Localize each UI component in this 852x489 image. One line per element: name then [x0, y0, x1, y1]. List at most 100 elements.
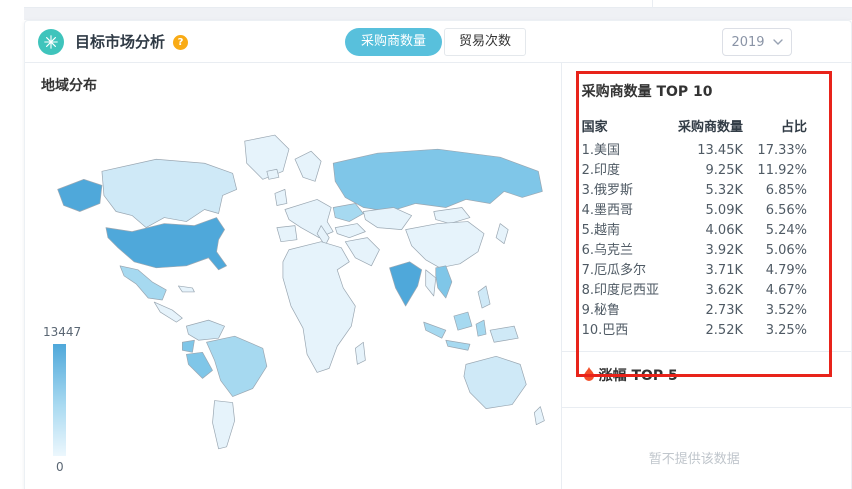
target-market-analysis-card: 目标市场分析 ? 采购商数量 贸易次数 2019 地域分布 13447 0 采购… [24, 20, 852, 489]
table-row[interactable]: 8.印度尼西亚 3.62K 4.67% [582, 281, 807, 301]
map-region-sulawesi[interactable] [475, 319, 487, 337]
table-row[interactable]: 6.乌克兰 3.92K 5.06% [582, 241, 807, 261]
map-region-japan[interactable] [495, 223, 509, 245]
page-title: 目标市场分析 [75, 33, 166, 51]
empty-state-text: 暂不提供该数据 [648, 452, 740, 467]
map-region-turkey[interactable] [334, 223, 366, 239]
map-region-new-zealand[interactable] [533, 406, 545, 426]
top10-panel: 采购商数量 TOP 10 国家 采购商数量 占比 1.美国 13.45K 17.… [560, 63, 851, 489]
row-country: 9.秘鲁 [581, 303, 620, 318]
table-row[interactable]: 10.巴西 2.52K 3.25% [582, 321, 807, 341]
map-region-middle-east[interactable] [344, 237, 380, 267]
table-row[interactable]: 1.美国 13.45K 17.33% [582, 141, 807, 161]
row-count: 2.73K [705, 303, 743, 318]
map-region-vietnam[interactable] [435, 265, 453, 299]
card-gap [24, 8, 852, 20]
map-region-africa[interactable] [282, 241, 356, 373]
map-region-ukraine[interactable] [332, 203, 364, 222]
map-region-india[interactable] [389, 261, 423, 307]
row-country: 8.印度尼西亚 [581, 283, 659, 298]
col-header-share: 占比 [780, 120, 807, 135]
map-region-scandinavia[interactable] [294, 150, 322, 182]
tab-buyer-count[interactable]: 采购商数量 [345, 28, 443, 56]
help-icon[interactable]: ? [173, 35, 188, 50]
tab-trade-count[interactable]: 贸易次数 [444, 28, 527, 56]
map-panel: 地域分布 13447 0 [25, 63, 561, 489]
legend-min-value: 0 [56, 460, 64, 474]
map-region-java[interactable] [445, 339, 471, 351]
table-row[interactable]: 2.印度 9.25K 11.92% [582, 161, 807, 181]
page: { "colors": { "icon_teal": "#3fc4bc", "t… [0, 0, 852, 489]
metric-tabs: 采购商数量 贸易次数 [345, 28, 527, 56]
row-count: 5.32K [705, 183, 743, 198]
map-region-ecuador[interactable] [182, 339, 195, 353]
row-count: 3.92K [705, 243, 743, 258]
row-country: 1.美国 [581, 143, 620, 158]
map-region-uk[interactable] [274, 189, 288, 206]
col-header-count: 采购商数量 [677, 120, 743, 135]
table-row[interactable]: 9.秘鲁 2.73K 3.52% [582, 301, 807, 321]
row-count: 3.62K [705, 283, 743, 298]
year-dropdown-value: 2019 [731, 34, 765, 50]
row-country: 6.乌克兰 [581, 243, 633, 258]
gains-section-header: 涨幅 TOP 5 [582, 352, 807, 397]
map-region-brazil[interactable] [206, 335, 268, 397]
table-row[interactable]: 5.越南 4.06K 5.24% [582, 221, 807, 241]
top10-title: 采购商数量 TOP 10 [581, 84, 713, 100]
row-share: 3.25% [765, 323, 807, 338]
map-region-sumatra[interactable] [423, 321, 447, 339]
module-icon [38, 29, 64, 55]
map-region-indochina[interactable] [425, 269, 437, 297]
card-body: 地域分布 13447 0 采购商数量 TOP 10 国家 采购商数量 占比 1.… [25, 63, 851, 489]
map-region-central-america[interactable] [153, 301, 183, 323]
table-header: 国家 采购商数量 占比 [582, 116, 807, 138]
map-region-china[interactable] [405, 221, 485, 269]
map-title: 地域分布 [41, 78, 97, 94]
row-country: 2.印度 [581, 163, 620, 178]
map-region-philippines[interactable] [477, 285, 491, 309]
row-country: 3.俄罗斯 [581, 183, 633, 198]
year-dropdown[interactable]: 2019 [722, 28, 792, 56]
row-country: 5.越南 [581, 223, 620, 238]
map-region-colombia-venezuela[interactable] [186, 319, 225, 341]
chevron-down-icon [772, 39, 783, 45]
row-share: 17.33% [757, 143, 807, 158]
table-row[interactable]: 3.俄罗斯 5.32K 6.85% [582, 181, 807, 201]
map-region-madagascar[interactable] [354, 341, 366, 365]
map-region-russia[interactable] [332, 148, 543, 212]
map-legend: 13447 0 [43, 325, 95, 474]
gains-title: 涨幅 TOP 5 [598, 368, 678, 384]
table-row[interactable]: 7.厄瓜多尔 3.71K 4.79% [582, 261, 807, 281]
row-count: 5.09K [705, 203, 743, 218]
map-region-iceland[interactable] [266, 168, 280, 180]
map-region-central-asia[interactable] [363, 207, 412, 230]
row-share: 6.56% [765, 203, 807, 218]
map-region-argentina-chile[interactable] [212, 400, 236, 450]
flame-icon [583, 367, 594, 381]
map-region-borneo[interactable] [453, 311, 473, 331]
row-share: 11.92% [757, 163, 807, 178]
map-region-cuba[interactable] [177, 285, 195, 293]
row-share: 6.85% [765, 183, 807, 198]
map-region-mexico[interactable] [119, 265, 167, 301]
map-region-australia[interactable] [463, 355, 527, 409]
map-region-peru[interactable] [186, 351, 213, 379]
world-map [57, 134, 545, 450]
previous-card-fragment [24, 0, 852, 8]
map-region-usa-alaska[interactable] [57, 178, 103, 212]
map-region-iberia[interactable] [276, 225, 298, 243]
map-region-mongolia[interactable] [433, 207, 471, 224]
row-count: 13.45K [697, 143, 743, 158]
row-count: 2.52K [705, 323, 743, 338]
map-region-usa[interactable] [105, 217, 227, 271]
row-country: 7.厄瓜多尔 [581, 263, 646, 278]
table-row[interactable]: 4.墨西哥 5.09K 6.56% [582, 201, 807, 221]
previous-card-divider [652, 0, 653, 8]
snowflake-icon [44, 35, 58, 49]
map-region-new-guinea[interactable] [489, 325, 519, 343]
row-country: 10.巴西 [581, 323, 629, 338]
row-share: 3.52% [765, 303, 807, 318]
row-share: 5.06% [765, 243, 807, 258]
col-header-country: 国家 [581, 120, 608, 135]
card-header: 目标市场分析 ? 采购商数量 贸易次数 2019 [25, 21, 851, 63]
